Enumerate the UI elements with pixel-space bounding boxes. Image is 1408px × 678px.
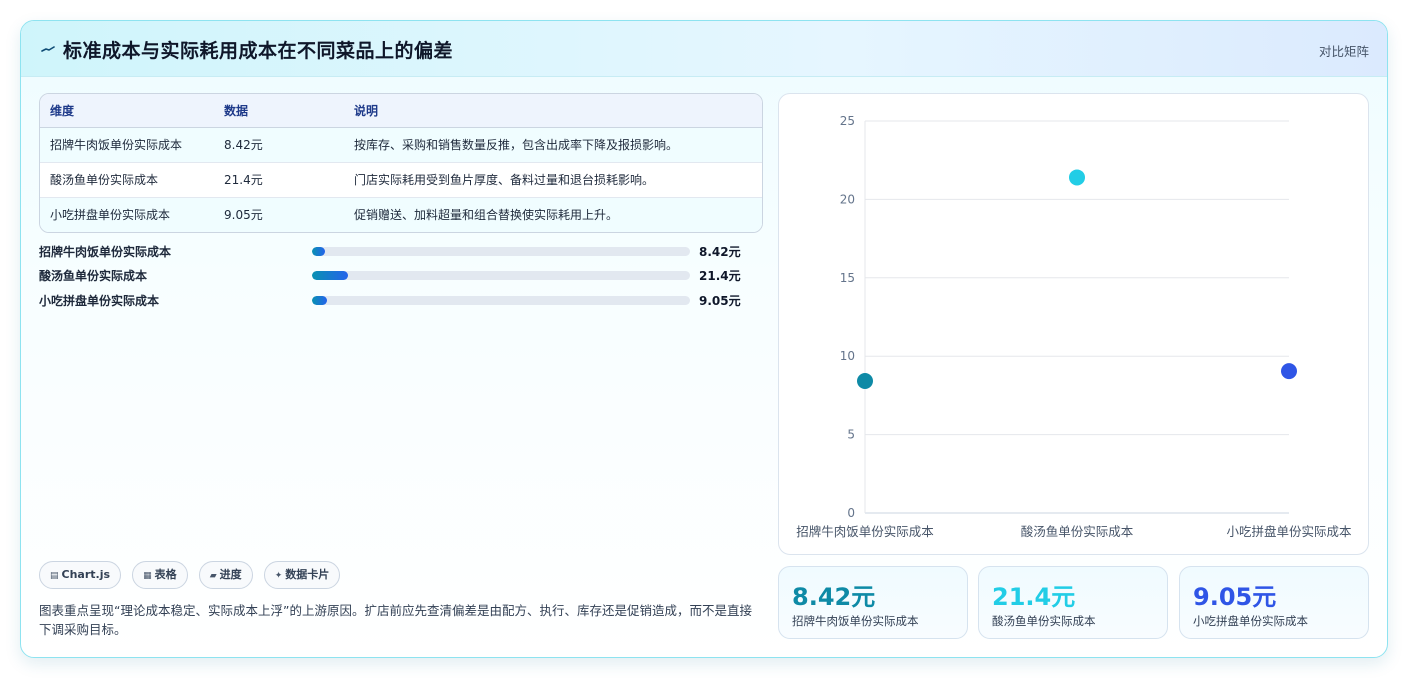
main-card: 标准成本与实际耗用成本在不同菜品上的偏差 对比矩阵 维度 数据 说明 招牌牛肉饭…: [20, 20, 1388, 658]
view-mode-label[interactable]: 对比矩阵: [1319, 41, 1369, 60]
progress-icon: ▰: [209, 571, 217, 581]
cell-value: 21.4元: [214, 161, 344, 197]
x-tick-label: 酸汤鱼单份实际成本: [1021, 524, 1134, 539]
progress-value: 8.42元: [699, 245, 741, 259]
tag-label: 数据卡片: [285, 568, 330, 581]
progress-value: 9.05元: [699, 294, 741, 308]
cell-value: 8.42元: [224, 138, 263, 152]
cell-description: 按库存、采购和销售数量反推，包含出成率下降及报损影响。: [354, 138, 679, 152]
data-point: [1069, 169, 1085, 186]
x-tick-label: 小吃拼盘单份实际成本: [1226, 524, 1352, 539]
tag-label: 进度: [219, 568, 242, 581]
cell-dimension: 酸汤鱼单份实际成本: [40, 161, 214, 197]
progress-label: 招牌牛肉饭单份实际成本: [39, 245, 172, 259]
stat-card: 9.05元 小吃拼盘单份实际成本: [1179, 566, 1369, 639]
table-row: 小吃拼盘单份实际成本 9.05元 促销赠送、加料超量和组合替换使实际耗用上升。: [40, 196, 762, 232]
y-tick-label: 15: [840, 271, 855, 285]
stat-card: 8.42元 招牌牛肉饭单份实际成本: [778, 566, 968, 639]
stat-value: 21.4元: [992, 583, 1076, 611]
progress-track: [312, 271, 690, 280]
data-point: [1281, 363, 1297, 380]
cell-value: 9.05元: [214, 196, 344, 232]
tag-table[interactable]: ▦ 表格: [132, 561, 188, 589]
tag-progress[interactable]: ▰ 进度: [198, 561, 253, 589]
column-header-dimension: 维度: [40, 94, 214, 128]
scatter-chart: 0 5 10 15 20 25 招牌牛肉饭单份实际成本 酸汤鱼单份实际成本 小吃拼盘单份实际成本: [778, 93, 1369, 555]
progress-fill: [312, 271, 348, 280]
column-header-value: 数据: [214, 94, 344, 128]
progress-track: [312, 296, 690, 305]
stat-card: 21.4元 酸汤鱼单份实际成本: [978, 566, 1168, 639]
stat-label: 小吃拼盘单份实际成本: [1193, 614, 1308, 628]
data-point: [857, 372, 873, 389]
analysis-note: 图表重点呈现“理论成本稳定、实际成本上浮”的上游原因。扩店前应先查清偏差是由配方…: [39, 603, 752, 637]
progress-row: 酸汤鱼单份实际成本 21.4元: [39, 266, 759, 284]
chart-svg: 0 5 10 15 20 25 招牌牛肉饭单份实际成本 酸汤鱼单份实际成本 小吃拼盘单份实际成本: [796, 114, 1352, 539]
table-icon: ▦: [143, 571, 152, 581]
column-header-description: 说明: [344, 94, 762, 128]
table-header-row: 维度 数据 说明: [40, 94, 762, 128]
y-tick-label: 20: [840, 192, 855, 206]
trend-line-icon: [41, 46, 55, 52]
progress-fill: [312, 296, 328, 305]
cell-dimension: 招牌牛肉饭单份实际成本: [50, 138, 183, 152]
tag-data-card[interactable]: ✦ 数据卡片: [263, 561, 341, 589]
cell-description: 促销赠送、加料超量和组合替换使实际耗用上升。: [344, 196, 762, 232]
sparkle-icon: ✦: [274, 571, 283, 581]
progress-value: 21.4元: [699, 269, 741, 283]
stat-label: 酸汤鱼单份实际成本: [992, 614, 1096, 628]
progress-label: 小吃拼盘单份实际成本: [39, 294, 160, 308]
page-title: 标准成本与实际耗用成本在不同菜品上的偏差: [63, 40, 454, 62]
tag-list: ▤ Chart.js ▦ 表格 ▰ 进度 ✦ 数据卡片: [39, 561, 346, 589]
progress-label: 酸汤鱼单份实际成本: [39, 269, 148, 283]
y-tick-label: 0: [847, 506, 855, 520]
y-tick-label: 10: [840, 349, 855, 363]
y-tick-label: 5: [847, 428, 855, 442]
stat-value: 8.42元: [792, 583, 876, 611]
tag-chartjs[interactable]: ▤ Chart.js: [39, 561, 122, 589]
cell-dimension: 小吃拼盘单份实际成本: [40, 196, 214, 232]
stat-value: 9.05元: [1193, 583, 1277, 611]
table-row: 招牌牛肉饭单份实际成本 8.42元 按库存、采购和销售数量反推，包含出成率下降及…: [40, 127, 762, 162]
table-row: 酸汤鱼单份实际成本 21.4元 门店实际耗用受到鱼片厚度、备料过量和退台损耗影响…: [40, 161, 762, 197]
progress-fill: [312, 247, 326, 256]
progress-row: 小吃拼盘单份实际成本 9.05元: [39, 291, 759, 309]
cell-description: 门店实际耗用受到鱼片厚度、备料过量和退台损耗影响。: [344, 161, 762, 197]
tag-label: 表格: [154, 568, 177, 581]
tag-label: Chart.js: [61, 568, 111, 581]
grid-icon: ▤: [50, 571, 59, 581]
x-tick-label: 招牌牛肉饭单份实际成本: [796, 524, 934, 539]
stat-label: 招牌牛肉饭单份实际成本: [792, 614, 919, 628]
card-header: 标准成本与实际耗用成本在不同菜品上的偏差 对比矩阵: [21, 21, 1387, 77]
y-tick-label: 25: [840, 114, 855, 128]
data-table: 维度 数据 说明 招牌牛肉饭单份实际成本 8.42元 按库存、采购和销售数量反推…: [39, 93, 763, 233]
progress-row: 招牌牛肉饭单份实际成本 8.42元: [39, 242, 759, 260]
progress-track: [312, 247, 690, 256]
